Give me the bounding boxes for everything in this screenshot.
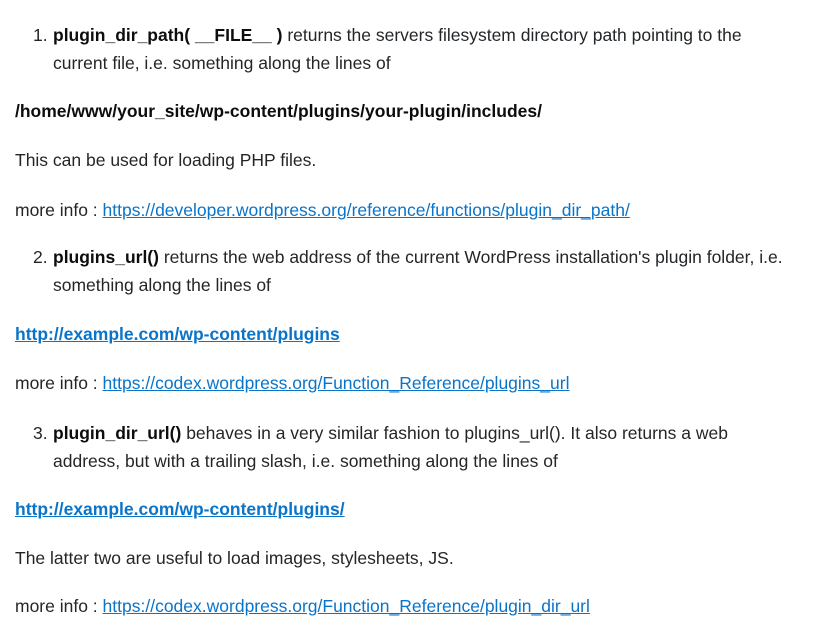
list-number: 1. [33, 25, 48, 45]
list-number: 3. [33, 423, 48, 443]
function-name: plugin_dir_path( __FILE__ ) [53, 25, 283, 45]
more-info-link[interactable]: https://codex.wordpress.org/Function_Ref… [103, 596, 590, 616]
list-item-line: 1. plugin_dir_path( __FILE__ ) returns th… [33, 21, 823, 49]
path-example: /home/www/your_site/wp-content/plugins/y… [15, 97, 833, 125]
php-note: This can be used for loading PHP files. [15, 150, 317, 170]
list-item-text-continued: current file, i.e. something along the l… [53, 53, 391, 73]
more-info-2: more info : https://codex.wordpress.org/… [15, 369, 833, 397]
more-info-label: more info : [15, 596, 103, 616]
list-item-plugin-dir-url: 3. plugin_dir_url() behaves in a very sim… [33, 419, 823, 475]
list-item-text: behaves in a very similar fashion to plu… [181, 423, 728, 443]
list-item-text: returns the servers filesystem directory… [282, 25, 742, 45]
list-item-plugins-url: 2. plugins_url() returns the web address … [33, 243, 823, 299]
url-example-2: http://example.com/wp-content/plugins/ [15, 495, 833, 523]
path-example-text: /home/www/your_site/wp-content/plugins/y… [15, 101, 542, 121]
list-item-text-continued: something along the lines of [53, 275, 271, 295]
more-info-1: more info : https://developer.wordpress.… [15, 196, 833, 224]
more-info-link[interactable]: https://developer.wordpress.org/referenc… [103, 200, 630, 220]
more-info-link[interactable]: https://codex.wordpress.org/Function_Ref… [103, 373, 570, 393]
function-name: plugin_dir_url() [53, 423, 182, 443]
list-item-text: returns the web address of the current W… [158, 247, 783, 267]
function-name: plugins_url() [53, 247, 159, 267]
url-example-1: http://example.com/wp-content/plugins [15, 320, 833, 348]
latter-note: The latter two are useful to load images… [15, 548, 454, 568]
more-info-label: more info : [15, 373, 103, 393]
url-example-link[interactable]: http://example.com/wp-content/plugins [15, 324, 340, 344]
list-number: 2. [33, 247, 48, 267]
list-item-plugin-dir-path: 1. plugin_dir_path( __FILE__ ) returns th… [33, 21, 823, 77]
list-item-line: 2. plugins_url() returns the web address … [33, 243, 823, 271]
list-item-text-continued: address, but with a trailing slash, i.e.… [53, 451, 558, 471]
list-item-line: 3. plugin_dir_url() behaves in a very sim… [33, 419, 823, 447]
url-example-link[interactable]: http://example.com/wp-content/plugins/ [15, 499, 345, 519]
more-info-3: more info : https://codex.wordpress.org/… [15, 592, 833, 620]
more-info-label: more info : [15, 200, 103, 220]
